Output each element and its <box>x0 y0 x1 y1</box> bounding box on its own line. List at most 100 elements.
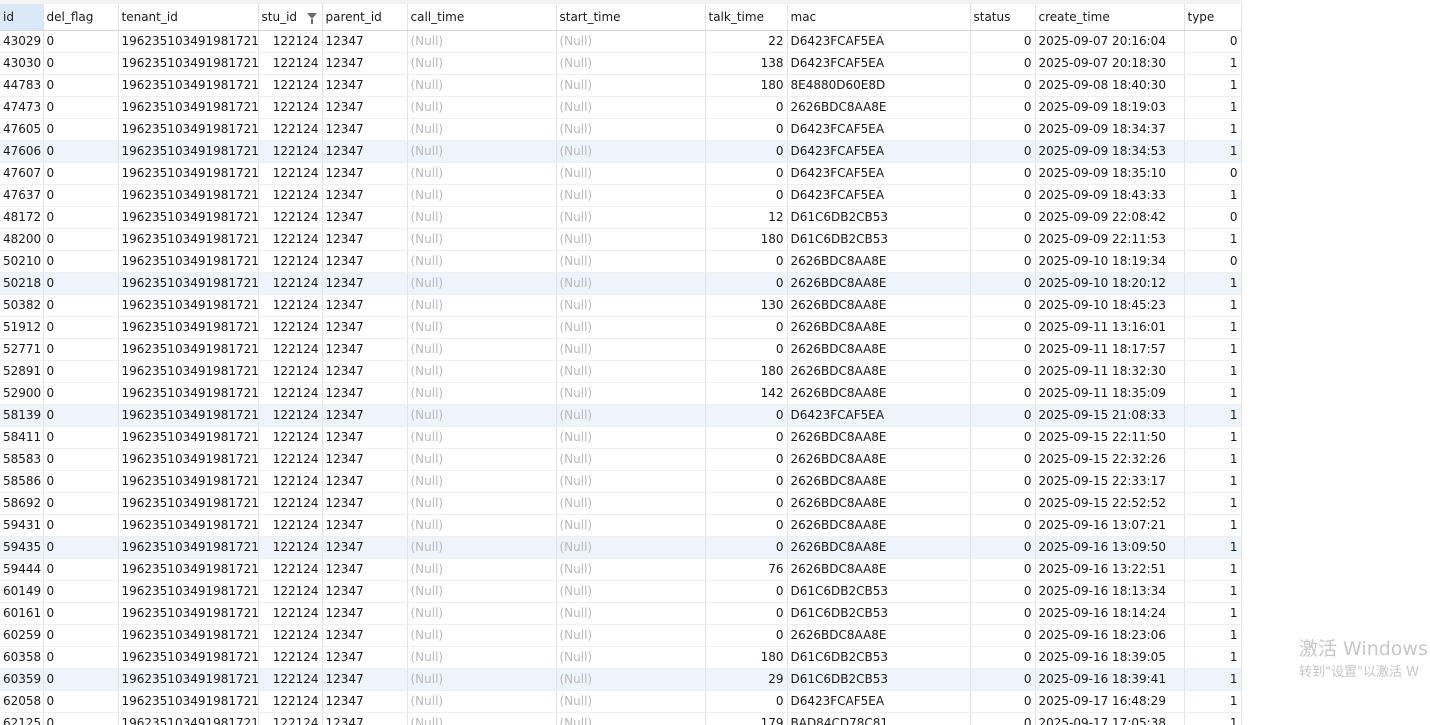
cell-type[interactable]: 1 <box>1184 52 1242 75</box>
cell-status[interactable]: 0 <box>970 690 1036 713</box>
cell-id[interactable]: 58586 <box>0 470 44 493</box>
cell-id[interactable]: 51912 <box>0 316 44 339</box>
cell-parent-id[interactable]: 12347 <box>322 536 408 559</box>
cell-mac[interactable]: 2626BDC8AA8E <box>787 294 971 317</box>
cell-status[interactable]: 0 <box>970 558 1036 581</box>
cell-call-time[interactable]: (Null) <box>407 140 557 163</box>
cell-stu-id[interactable]: 122124 <box>258 624 323 647</box>
cell-status[interactable]: 0 <box>970 514 1036 537</box>
cell-create-time[interactable]: 2025-09-10 18:45:23 <box>1035 294 1185 317</box>
cell-call-time[interactable]: (Null) <box>407 250 557 273</box>
cell-del-flag[interactable]: 0 <box>43 426 119 449</box>
cell-mac[interactable]: 2626BDC8AA8E <box>787 558 971 581</box>
cell-parent-id[interactable]: 12347 <box>322 294 408 317</box>
cell-stu-id[interactable]: 122124 <box>258 404 323 427</box>
cell-tenant-id[interactable]: 1962351034919817216 <box>118 360 259 383</box>
cell-parent-id[interactable]: 12347 <box>322 206 408 229</box>
cell-start-time[interactable]: (Null) <box>556 646 706 669</box>
cell-type[interactable]: 0 <box>1184 30 1242 53</box>
cell-id[interactable]: 62125 <box>0 712 44 725</box>
cell-create-time[interactable]: 2025-09-07 20:16:04 <box>1035 30 1185 53</box>
cell-talk-time[interactable]: 0 <box>705 272 788 295</box>
cell-stu-id[interactable]: 122124 <box>258 74 323 97</box>
cell-tenant-id[interactable]: 1962351034919817216 <box>118 52 259 75</box>
cell-call-time[interactable]: (Null) <box>407 118 557 141</box>
column-header-tenant-id[interactable]: tenant_id <box>118 0 259 31</box>
table-row[interactable]: 58411 0 1962351034919817216 122124 12347 (Nul… <box>0 426 1242 449</box>
cell-tenant-id[interactable]: 1962351034919817216 <box>118 74 259 97</box>
cell-id[interactable]: 43030 <box>0 52 44 75</box>
result-grid[interactable]: id del_flag tenant_id stu_id parent_id c… <box>0 0 1430 725</box>
cell-create-time[interactable]: 2025-09-16 18:39:05 <box>1035 646 1185 669</box>
cell-stu-id[interactable]: 122124 <box>258 514 323 537</box>
table-row[interactable]: 60161 0 1962351034919817216 122124 12347 (Nul… <box>0 602 1242 625</box>
cell-call-time[interactable]: (Null) <box>407 52 557 75</box>
cell-call-time[interactable]: (Null) <box>407 514 557 537</box>
cell-id[interactable]: 50382 <box>0 294 44 317</box>
cell-start-time[interactable]: (Null) <box>556 404 706 427</box>
cell-id[interactable]: 47607 <box>0 162 44 185</box>
cell-call-time[interactable]: (Null) <box>407 580 557 603</box>
cell-tenant-id[interactable]: 1962351034919817216 <box>118 646 259 669</box>
cell-parent-id[interactable]: 12347 <box>322 74 408 97</box>
cell-talk-time[interactable]: 0 <box>705 470 788 493</box>
cell-mac[interactable]: D6423FCAF5EA <box>787 690 971 713</box>
cell-talk-time[interactable]: 142 <box>705 382 788 405</box>
cell-call-time[interactable]: (Null) <box>407 404 557 427</box>
cell-status[interactable]: 0 <box>970 206 1036 229</box>
cell-mac[interactable]: D6423FCAF5EA <box>787 162 971 185</box>
cell-status[interactable]: 0 <box>970 338 1036 361</box>
cell-create-time[interactable]: 2025-09-09 22:08:42 <box>1035 206 1185 229</box>
cell-status[interactable]: 0 <box>970 426 1036 449</box>
cell-stu-id[interactable]: 122124 <box>258 118 323 141</box>
cell-create-time[interactable]: 2025-09-10 18:19:34 <box>1035 250 1185 273</box>
cell-create-time[interactable]: 2025-09-15 21:08:33 <box>1035 404 1185 427</box>
cell-stu-id[interactable]: 122124 <box>258 250 323 273</box>
cell-mac[interactable]: D6423FCAF5EA <box>787 140 971 163</box>
table-row[interactable]: 50210 0 1962351034919817216 122124 12347 (Nul… <box>0 250 1242 273</box>
table-row[interactable]: 50382 0 1962351034919817216 122124 12347 (Nul… <box>0 294 1242 317</box>
cell-type[interactable]: 1 <box>1184 272 1242 295</box>
cell-create-time[interactable]: 2025-09-09 18:19:03 <box>1035 96 1185 119</box>
cell-type[interactable]: 1 <box>1184 624 1242 647</box>
table-row[interactable]: 52900 0 1962351034919817216 122124 12347 (Nul… <box>0 382 1242 405</box>
cell-type[interactable]: 1 <box>1184 470 1242 493</box>
cell-id[interactable]: 59444 <box>0 558 44 581</box>
cell-del-flag[interactable]: 0 <box>43 52 119 75</box>
cell-tenant-id[interactable]: 1962351034919817216 <box>118 668 259 691</box>
cell-stu-id[interactable]: 122124 <box>258 184 323 207</box>
cell-type[interactable]: 1 <box>1184 514 1242 537</box>
cell-tenant-id[interactable]: 1962351034919817216 <box>118 448 259 471</box>
cell-tenant-id[interactable]: 1962351034919817216 <box>118 184 259 207</box>
table-row[interactable]: 60149 0 1962351034919817216 122124 12347 (Nul… <box>0 580 1242 603</box>
cell-tenant-id[interactable]: 1962351034919817216 <box>118 96 259 119</box>
cell-talk-time[interactable]: 0 <box>705 448 788 471</box>
cell-del-flag[interactable]: 0 <box>43 74 119 97</box>
cell-talk-time[interactable]: 0 <box>705 602 788 625</box>
cell-del-flag[interactable]: 0 <box>43 140 119 163</box>
cell-type[interactable]: 1 <box>1184 690 1242 713</box>
cell-id[interactable]: 52900 <box>0 382 44 405</box>
cell-start-time[interactable]: (Null) <box>556 470 706 493</box>
cell-tenant-id[interactable]: 1962351034919817216 <box>118 712 259 725</box>
cell-status[interactable]: 0 <box>970 712 1036 725</box>
cell-type[interactable]: 1 <box>1184 96 1242 119</box>
cell-mac[interactable]: D6423FCAF5EA <box>787 184 971 207</box>
cell-tenant-id[interactable]: 1962351034919817216 <box>118 162 259 185</box>
cell-talk-time[interactable]: 138 <box>705 52 788 75</box>
cell-create-time[interactable]: 2025-09-11 18:32:30 <box>1035 360 1185 383</box>
cell-start-time[interactable]: (Null) <box>556 712 706 725</box>
cell-stu-id[interactable]: 122124 <box>258 668 323 691</box>
cell-mac[interactable]: D61C6DB2CB53 <box>787 668 971 691</box>
cell-id[interactable]: 48172 <box>0 206 44 229</box>
cell-status[interactable]: 0 <box>970 536 1036 559</box>
cell-talk-time[interactable]: 180 <box>705 360 788 383</box>
table-row[interactable]: 62058 0 1962351034919817216 122124 12347 (Nul… <box>0 690 1242 713</box>
column-header-status[interactable]: status <box>970 0 1036 31</box>
cell-mac[interactable]: D61C6DB2CB53 <box>787 646 971 669</box>
cell-call-time[interactable]: (Null) <box>407 470 557 493</box>
cell-type[interactable]: 1 <box>1184 404 1242 427</box>
cell-status[interactable]: 0 <box>970 162 1036 185</box>
cell-mac[interactable]: 2626BDC8AA8E <box>787 250 971 273</box>
cell-create-time[interactable]: 2025-09-07 20:18:30 <box>1035 52 1185 75</box>
